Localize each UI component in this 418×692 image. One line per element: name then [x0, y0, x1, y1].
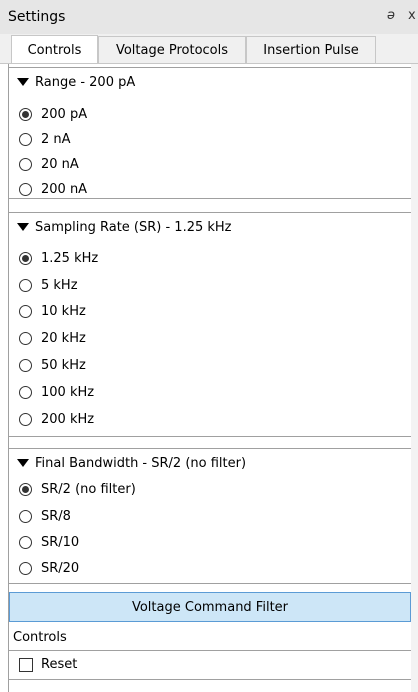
voltage-command-filter-button[interactable]: Voltage Command Filter	[9, 592, 411, 622]
bandwidth-option[interactable]: SR/20	[9, 555, 79, 581]
tab-bar: Controls Voltage Protocols Insertion Pul…	[0, 34, 418, 64]
sampling-option[interactable]: 200 kHz	[9, 406, 94, 432]
bandwidth-option[interactable]: SR/2 (no filter)	[9, 476, 136, 502]
bandwidth-option[interactable]: SR/8	[9, 503, 71, 529]
tab-controls[interactable]: Controls	[11, 35, 98, 64]
sampling-rate-title: Sampling Rate (SR) - 1.25 kHz	[35, 219, 232, 235]
range-option[interactable]: 200 nA	[9, 176, 87, 202]
radio-button-icon[interactable]	[19, 157, 32, 171]
collapse-arrow-icon	[17, 223, 29, 231]
radio-button-icon[interactable]	[19, 251, 32, 265]
radio-button-icon[interactable]	[19, 278, 32, 292]
window-title: Settings	[8, 9, 66, 25]
sampling-option[interactable]: 50 kHz	[9, 352, 86, 378]
collapse-arrow-icon	[17, 78, 29, 86]
sampling-option[interactable]: 1.25 kHz	[9, 245, 98, 271]
reset-label[interactable]: Reset	[41, 657, 77, 672]
sampling-option[interactable]: 20 kHz	[9, 325, 86, 351]
vertical-scrollbar[interactable]	[411, 64, 418, 692]
range-option-label: 2 nA	[41, 131, 71, 147]
radio-button-icon[interactable]	[19, 482, 32, 496]
controls-panel: Range - 200 pA 200 pA 2 nA 20 nA 200 nA …	[8, 64, 418, 692]
range-title: Range - 200 pA	[35, 74, 136, 90]
range-option[interactable]: 2 nA	[9, 126, 71, 152]
sampling-option-label: 100 kHz	[41, 384, 95, 400]
radio-button-icon[interactable]	[19, 107, 32, 121]
final-bandwidth-group: Final Bandwidth - SR/2 (no filter) SR/2 …	[9, 448, 411, 584]
range-option[interactable]: 200 pA	[9, 101, 87, 127]
range-option-label: 200 nA	[41, 181, 88, 197]
tab-voltage-protocols[interactable]: Voltage Protocols	[98, 36, 246, 64]
radio-button-icon[interactable]	[19, 561, 32, 575]
sampling-option-label: 20 kHz	[41, 330, 86, 346]
radio-button-icon[interactable]	[19, 358, 32, 372]
sampling-option[interactable]: 10 kHz	[9, 298, 86, 324]
radio-button-icon[interactable]	[19, 412, 32, 426]
sampling-option[interactable]: 100 kHz	[9, 379, 94, 405]
sampling-option[interactable]: 5 kHz	[9, 272, 78, 298]
final-bandwidth-header[interactable]: Final Bandwidth - SR/2 (no filter)	[9, 449, 411, 477]
radio-button-icon[interactable]	[19, 509, 32, 523]
range-header[interactable]: Range - 200 pA	[9, 68, 411, 96]
bandwidth-option[interactable]: SR/10	[9, 529, 79, 555]
radio-button-icon[interactable]	[19, 182, 32, 196]
sampling-option-label: 1.25 kHz	[41, 250, 99, 266]
controls-group: Reset	[9, 650, 411, 680]
reset-checkbox[interactable]	[19, 658, 33, 672]
range-group: Range - 200 pA 200 pA 2 nA 20 nA 200 nA	[9, 67, 411, 199]
sampling-rate-header[interactable]: Sampling Rate (SR) - 1.25 kHz	[9, 213, 411, 241]
radio-button-icon[interactable]	[19, 385, 32, 399]
range-option-label: 20 nA	[41, 156, 79, 172]
range-option-label: 200 pA	[41, 106, 88, 122]
bandwidth-option-label: SR/20	[41, 560, 80, 576]
bandwidth-option-label: SR/10	[41, 534, 80, 550]
bandwidth-option-label: SR/2 (no filter)	[41, 481, 136, 497]
bandwidth-option-label: SR/8	[41, 508, 71, 524]
sampling-option-label: 5 kHz	[41, 277, 78, 293]
title-bar: Settings ǝ x	[0, 0, 418, 34]
radio-button-icon[interactable]	[19, 331, 32, 345]
final-bandwidth-title: Final Bandwidth - SR/2 (no filter)	[35, 455, 247, 471]
radio-button-icon[interactable]	[19, 132, 32, 146]
sampling-option-label: 10 kHz	[41, 303, 86, 319]
tab-insertion-pulse[interactable]: Insertion Pulse	[246, 36, 376, 64]
close-icon[interactable]: x	[408, 8, 416, 23]
sampling-option-label: 50 kHz	[41, 357, 86, 373]
controls-group-label: Controls	[13, 630, 67, 645]
sampling-rate-group: Sampling Rate (SR) - 1.25 kHz 1.25 kHz 5…	[9, 212, 411, 437]
radio-button-icon[interactable]	[19, 535, 32, 549]
radio-button-icon[interactable]	[19, 304, 32, 318]
collapse-arrow-icon	[17, 459, 29, 467]
float-window-icon[interactable]: ǝ	[387, 8, 395, 23]
sampling-option-label: 200 kHz	[41, 411, 95, 427]
range-option[interactable]: 20 nA	[9, 151, 79, 177]
